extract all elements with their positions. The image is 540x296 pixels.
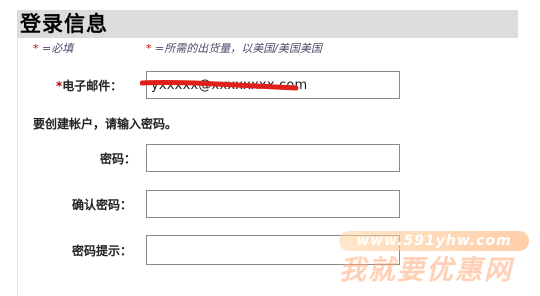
- email-field[interactable]: yxxxxx@xxxxxxxx.com: [146, 71, 400, 99]
- confirm-password-field[interactable]: [146, 190, 400, 218]
- password-hint-label: 密码提示：: [72, 244, 133, 258]
- section-title: 登录信息: [20, 12, 108, 36]
- email-field-value: yxxxxx@xxxxxxxx.com: [151, 78, 308, 93]
- required-legend: * =必填: [33, 40, 73, 56]
- login-info-page: 登录信息 * =必填 * =所需的出货量，以美国/美国美国 *电子邮件： yxx…: [0, 0, 540, 296]
- watermark-text: 我就要优惠网: [339, 255, 513, 286]
- confirm-password-label: 确认密码：: [72, 198, 133, 212]
- required-legend-text: =必填: [38, 42, 74, 55]
- password-field[interactable]: [146, 144, 400, 172]
- shipping-legend: * =所需的出货量，以美国/美国美国: [146, 40, 322, 56]
- section-left-border: [17, 38, 18, 296]
- shipping-legend-text: =所需的出货量，以美国/美国美国: [151, 42, 322, 55]
- password-label: 密码：: [100, 152, 137, 166]
- email-label-text: 电子邮件：: [62, 79, 123, 93]
- email-label: *电子邮件：: [56, 77, 122, 94]
- watermark-url: www.591yhw.com: [339, 231, 529, 251]
- create-account-instruction: 要创建帐户，请输入密码。: [33, 117, 178, 131]
